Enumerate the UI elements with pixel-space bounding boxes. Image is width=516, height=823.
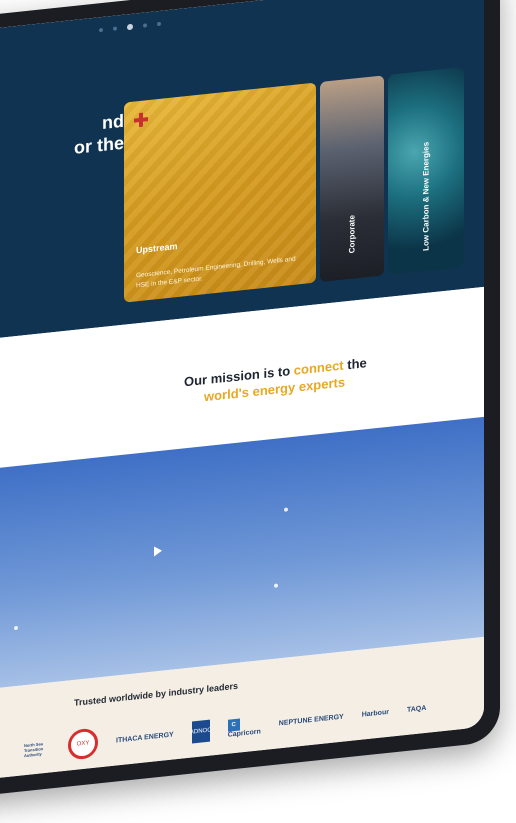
- play-icon[interactable]: [154, 545, 162, 557]
- tablet-frame: nd or the Upstream Geoscience, Petroleum…: [0, 0, 500, 801]
- logo-oxy: OXY: [68, 727, 98, 761]
- mission-statement: Our mission is to connect the world's en…: [184, 349, 414, 407]
- star-icon: [274, 583, 278, 588]
- logo-taqa: TAQA: [406, 704, 427, 714]
- card-low-carbon-label: Low Carbon & New Energies: [421, 141, 431, 252]
- card-upstream[interactable]: Upstream Geoscience, Petroleum Engineeri…: [124, 82, 316, 303]
- logo-neptune: NEPTUNE ENERGY: [278, 713, 344, 727]
- card-corporate-label: Corporate: [347, 214, 357, 254]
- hero-section: nd or the Upstream Geoscience, Petroleum…: [0, 0, 484, 343]
- tablet-screen: nd or the Upstream Geoscience, Petroleum…: [0, 0, 484, 783]
- tablet-camera: [99, 21, 161, 34]
- logo-capricorn: C Capricorn: [227, 716, 261, 738]
- logo-ithaca: ITHACA ENERGY: [116, 730, 174, 745]
- plus-icon: [134, 112, 148, 127]
- trusted-title: Trusted worldwide by industry leaders: [74, 680, 239, 708]
- star-icon: [14, 625, 18, 631]
- logo-harbour: Harbour: [361, 708, 389, 719]
- logo-nsta: North Sea Transition Authority: [24, 740, 44, 758]
- logo-adnoc: ADNOC: [190, 719, 212, 744]
- star-icon: [284, 507, 288, 512]
- card-corporate[interactable]: Corporate: [320, 75, 384, 283]
- hero-title-fragment: nd or the: [73, 110, 124, 158]
- card-low-carbon[interactable]: Low Carbon & New Energies: [388, 66, 464, 275]
- mission-text-post: the: [343, 355, 367, 373]
